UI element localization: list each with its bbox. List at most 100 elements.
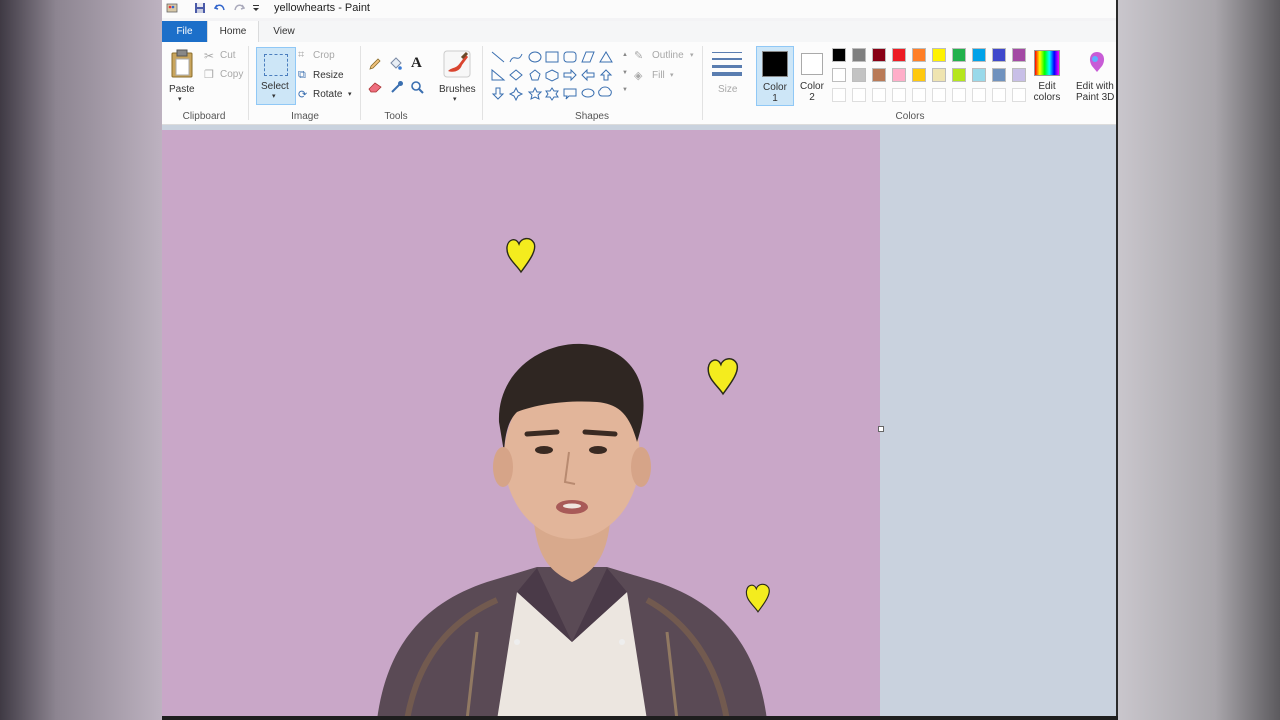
rotate-button[interactable]: ⟳ Rotate ▾ [298,88,358,104]
palette-swatch[interactable] [972,88,986,102]
palette-swatch[interactable] [852,88,866,102]
palette-swatch[interactable] [832,88,846,102]
shapes-scroll-down-icon[interactable]: ▼ [622,70,628,76]
palette-swatch[interactable] [912,68,926,82]
palette-swatch[interactable] [952,88,966,102]
color1-button[interactable]: Color 1 [756,46,794,106]
text-icon[interactable]: A [411,55,422,72]
save-icon[interactable] [194,2,206,14]
palette-swatch[interactable] [932,68,946,82]
cut-label: Cut [220,50,236,61]
color-palette [832,48,1032,108]
color2-button[interactable]: Color 2 [794,46,830,104]
palette-swatch[interactable] [832,48,846,62]
canvas-resize-handle[interactable] [878,426,884,432]
palette-swatch[interactable] [852,48,866,62]
palette-swatch[interactable] [872,88,886,102]
select-dropdown-icon[interactable]: ▾ [272,92,276,100]
size-label: Size [718,84,738,95]
image-group-label: Image [291,111,319,122]
paste-dropdown-icon[interactable]: ▾ [178,95,182,103]
paint3d-icon [1089,52,1105,72]
fill-button[interactable]: ◈ Fill ▾ [634,70,684,84]
eraser-icon[interactable] [368,81,382,93]
palette-swatch[interactable] [872,48,886,62]
palette-swatch[interactable] [992,68,1006,82]
edit-paint3d-button[interactable]: Edit with Paint 3D [1072,46,1118,104]
palette-swatch[interactable] [992,48,1006,62]
palette-swatch[interactable] [832,68,846,82]
tab-home[interactable]: Home [207,21,259,43]
size-button[interactable]: Size [708,46,746,104]
shapes-scroll-up-icon[interactable]: ▲ [622,52,628,58]
title-bar: yellowhearts - Paint [162,0,1118,18]
resize-button[interactable]: ⧉ Resize [298,69,352,85]
copy-button[interactable]: ❐ Copy [204,68,254,84]
clipboard-group-label: Clipboard [182,111,226,122]
palette-swatch[interactable] [912,48,926,62]
palette-swatch[interactable] [1012,68,1026,82]
outline-button[interactable]: ✎ Outline ▾ [634,50,696,64]
yellow-heart [506,237,536,274]
pencil-icon[interactable] [368,57,382,71]
customize-quick-access-icon[interactable] [251,2,261,14]
color-picker-icon[interactable] [390,80,404,94]
select-button[interactable]: Select ▾ [256,47,296,105]
palette-swatch[interactable] [852,68,866,82]
fill-label: Fill [652,70,665,81]
fill-bucket-icon[interactable] [388,56,403,71]
tab-view[interactable]: View [264,21,304,42]
palette-swatch[interactable] [892,68,906,82]
outline-icon: ✎ [634,50,644,62]
person-photo [377,343,767,720]
palette-swatch[interactable] [932,88,946,102]
separator [360,46,361,120]
rainbow-icon [1034,50,1060,76]
shapes-group-label: Shapes [575,111,609,122]
edit-colors-button[interactable]: Edit colors [1028,46,1066,104]
resize-label: Resize [313,70,344,81]
copy-icon: ❐ [204,69,214,81]
colors-group-label: Colors [895,111,925,122]
palette-swatch[interactable] [872,68,886,82]
undo-icon[interactable] [214,2,226,14]
drawing-canvas[interactable] [162,130,880,720]
palette-swatch[interactable] [892,88,906,102]
crop-button[interactable]: ⌗ Crop [298,49,348,65]
color2-label: Color 2 [800,81,824,103]
separator [482,46,483,120]
outline-label: Outline [652,50,684,61]
select-label: Select [261,81,289,92]
palette-swatch[interactable] [892,48,906,62]
color2-swatch [801,53,823,75]
fill-dropdown-icon: ▾ [670,72,674,79]
palette-swatch[interactable] [932,48,946,62]
palette-swatch[interactable] [952,48,966,62]
window-title: yellowhearts - Paint [274,2,370,14]
brushes-button[interactable]: Brushes ▾ [436,46,478,104]
edit-paint3d-label: Edit with Paint 3D [1076,81,1115,103]
palette-swatch[interactable] [972,48,986,62]
window-right-edge [1116,0,1118,720]
palette-swatch[interactable] [1012,88,1026,102]
select-rectangle-icon [264,54,288,76]
palette-swatch[interactable] [952,68,966,82]
rotate-dropdown-icon[interactable]: ▾ [348,90,352,98]
palette-swatch[interactable] [972,68,986,82]
palette-swatch[interactable] [992,88,1006,102]
palette-swatch[interactable] [912,88,926,102]
cut-button[interactable]: ✂ Cut [204,49,254,65]
shapes-expand-icon[interactable]: ▼ [622,87,628,93]
redo-icon[interactable] [233,2,245,14]
paint-app-icon [166,3,178,13]
separator [248,46,249,120]
magnifier-icon[interactable] [410,80,424,94]
separator [702,46,703,120]
palette-swatch[interactable] [1012,48,1026,62]
shapes-gallery[interactable] [490,50,622,104]
paste-label: Paste [169,84,195,95]
tab-file[interactable]: File [162,21,207,42]
brushes-dropdown-icon[interactable]: ▾ [453,95,457,103]
paste-button[interactable]: Paste ▾ [166,46,198,104]
tools-group-label: Tools [384,111,408,122]
